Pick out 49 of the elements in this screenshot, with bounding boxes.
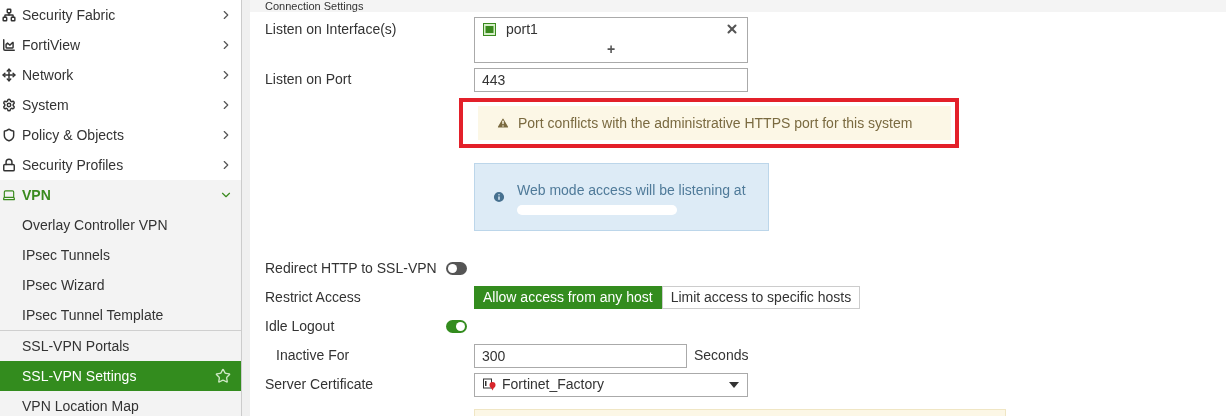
dropdown-value: Fortinet_Factory <box>502 375 604 394</box>
segment-option[interactable]: Allow access from any host <box>474 286 662 309</box>
warning-text: Port conflicts with the administrative HTTPS port for this system <box>518 113 913 133</box>
lock-icon <box>2 158 16 172</box>
segment-option[interactable]: Limit access to specific hosts <box>661 286 861 309</box>
move-arrows-icon <box>2 68 16 82</box>
info-icon <box>492 190 506 204</box>
field-label: Inactive For <box>275 347 350 363</box>
interface-value: port1 <box>506 19 538 39</box>
sidebar-subitem[interactable]: SSL-VPN Settings <box>0 361 241 391</box>
field-label: Restrict Access <box>265 289 361 305</box>
sidebar-subitem[interactable]: Overlay Controller VPN <box>0 210 241 240</box>
star-icon[interactable] <box>215 368 231 384</box>
sidebar-subitem[interactable]: SSL-VPN Portals <box>0 331 241 361</box>
sidebar-item[interactable]: VPN <box>0 180 241 210</box>
sidebar-subitem[interactable]: IPsec Wizard <box>0 270 241 300</box>
certificate-icon <box>483 378 496 391</box>
caret-icon <box>729 381 739 388</box>
sidebar-item[interactable]: Network <box>0 60 241 90</box>
sidebar-item[interactable]: Security Profiles <box>0 150 241 180</box>
toggle-switch[interactable] <box>446 262 467 275</box>
port-input[interactable]: 443 <box>474 67 748 92</box>
field-label: Listen on Interface(s) <box>265 21 397 37</box>
sidebar-subitem[interactable]: VPN Location Map <box>0 391 241 416</box>
sidebar-item[interactable]: FortiView <box>0 30 241 60</box>
sidebar-item[interactable]: System <box>0 90 241 120</box>
sidebar-subitem[interactable]: IPsec Tunnel Template <box>0 300 241 330</box>
shield-icon <box>2 128 16 142</box>
gear-icon <box>2 98 16 112</box>
area-chart-icon <box>2 38 16 52</box>
field-label: Server Certificate <box>265 376 374 392</box>
certificate-dropdown[interactable]: Fortinet_Factory <box>474 372 748 397</box>
section-title: Connection Settings <box>265 0 364 12</box>
warning-icon <box>496 116 510 130</box>
sidebar-item[interactable]: Policy & Objects <box>0 120 241 150</box>
toggle-switch[interactable] <box>446 320 467 333</box>
field-label: Listen on Port <box>265 71 352 87</box>
sidebar-subitem[interactable]: IPsec Tunnels <box>0 240 241 270</box>
laptop-icon <box>2 188 16 202</box>
sidebar-item[interactable]: Security Fabric <box>0 0 241 30</box>
interface-select-box[interactable]: port1 + <box>474 17 748 63</box>
field-label: Redirect HTTP to SSL-VPN <box>265 260 437 276</box>
add-button[interactable]: + <box>606 40 616 58</box>
close-icon[interactable] <box>725 22 739 36</box>
field-label: Idle Logout <box>265 318 335 334</box>
unit-label: Seconds <box>694 346 749 365</box>
network-port-icon <box>483 22 496 36</box>
info-text: Web mode access will be listening at <box>517 180 746 200</box>
network-nodes-icon <box>2 8 16 22</box>
